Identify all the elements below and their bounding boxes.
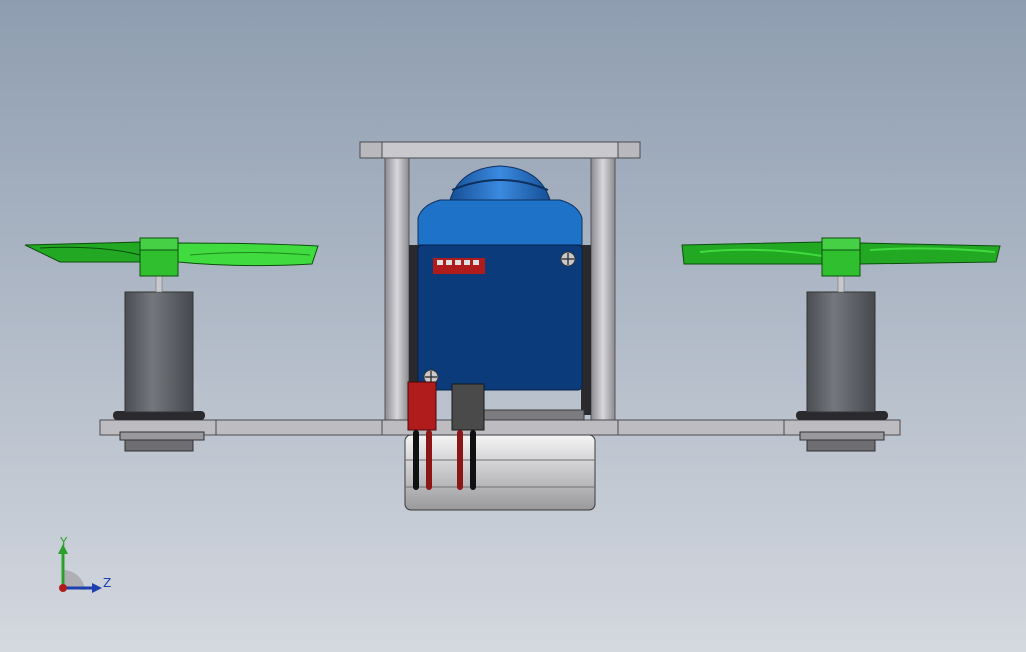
- flight-controller-board: [483, 409, 585, 421]
- battery-pack[interactable]: [404, 434, 596, 511]
- screw-icon: [560, 251, 576, 267]
- drone-model-render[interactable]: Y Z: [0, 0, 1026, 652]
- z-axis-label: Z: [103, 576, 111, 590]
- standoff-right[interactable]: [590, 157, 616, 421]
- standoff-left[interactable]: [384, 157, 410, 421]
- cad-viewport[interactable]: Y Z: [0, 0, 1026, 652]
- frame-arm-plate[interactable]: [99, 419, 901, 436]
- origin-dot: [59, 584, 67, 592]
- camera-body[interactable]: [417, 199, 583, 391]
- top-plate[interactable]: [359, 141, 641, 159]
- y-axis-label: Y: [59, 535, 68, 549]
